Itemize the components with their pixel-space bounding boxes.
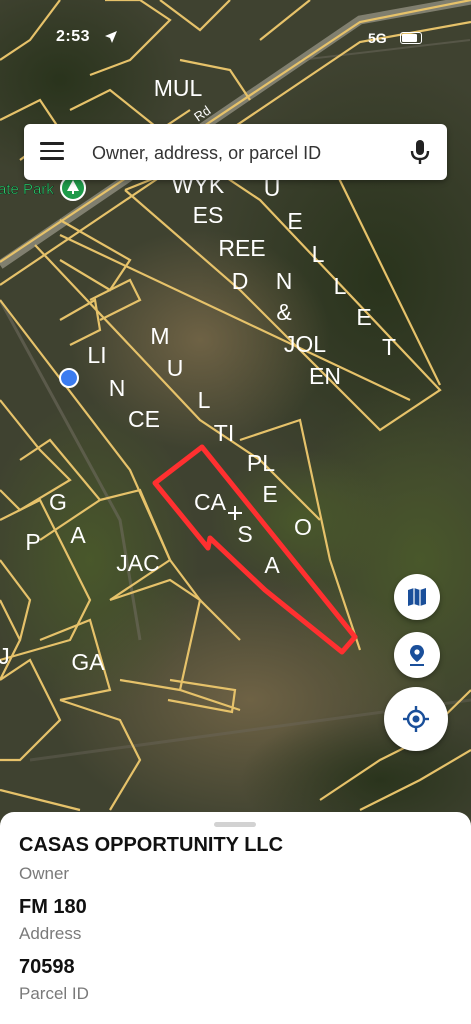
- parcel-label: LI: [87, 342, 106, 368]
- parcel-label: JOL: [284, 331, 326, 357]
- parcel-label: JAC: [116, 550, 159, 576]
- status-bar: 2:53 5G: [0, 0, 471, 46]
- status-time: 2:53: [56, 28, 91, 45]
- parcel-label: PL: [247, 450, 275, 476]
- parcel-id-value: 70598: [19, 956, 75, 978]
- drop-pin-button[interactable]: [394, 632, 440, 678]
- sheet-drag-handle[interactable]: [214, 822, 256, 827]
- parcel-label: A: [264, 552, 280, 578]
- parcel-id-label: Parcel ID: [19, 984, 89, 1003]
- parcel-label: M: [150, 323, 169, 349]
- parcel-label: T: [382, 334, 396, 360]
- pin-icon: [410, 645, 424, 666]
- parcel-details-sheet[interactable]: CASAS OPPORTUNITY LLC Owner FM 180 Addre…: [0, 812, 471, 1024]
- address-value: FM 180: [19, 896, 87, 918]
- parcel-label: S: [237, 521, 252, 547]
- parcel-label: E: [356, 304, 371, 330]
- parcel-label: CE: [128, 406, 160, 432]
- parcel-label: L: [334, 273, 347, 299]
- address-label: Address: [19, 924, 82, 943]
- parcel-label: E: [287, 208, 302, 234]
- crosshair-icon: [403, 706, 429, 732]
- parcel-label: ES: [193, 202, 224, 228]
- parcel-label: E: [262, 481, 277, 507]
- parcel-label: GA: [71, 649, 105, 675]
- parcel-label: L: [312, 241, 325, 267]
- battery-icon: [400, 32, 422, 44]
- parcel-label: EN: [309, 363, 341, 389]
- parcel-label: J: [0, 643, 10, 669]
- owner-name: CASAS OPPORTUNITY LLC: [19, 834, 284, 856]
- park-label: ate Park: [0, 181, 54, 198]
- parcel-label: U: [167, 355, 184, 381]
- parcel-label: MUL: [154, 75, 203, 101]
- parcel-label: O: [294, 514, 312, 540]
- parcel-label: A: [70, 522, 86, 548]
- search-input[interactable]: [90, 132, 394, 174]
- locate-me-button[interactable]: [384, 687, 448, 751]
- parcel-label: N: [109, 375, 126, 401]
- parcel-label: TI: [214, 420, 234, 446]
- menu-icon[interactable]: [40, 142, 64, 162]
- parcel-label: G: [49, 489, 67, 515]
- parcel-label: P: [25, 529, 40, 555]
- microphone-icon[interactable]: [408, 138, 432, 166]
- location-arrow-icon: [105, 31, 117, 43]
- search-bar[interactable]: [24, 124, 447, 180]
- parcel-label: L: [198, 387, 211, 413]
- parcel-label: N: [276, 268, 293, 294]
- parcel-label: &: [276, 299, 291, 325]
- map-icon: [408, 588, 426, 606]
- current-location-dot: [59, 368, 79, 388]
- map-layers-button[interactable]: [394, 574, 440, 620]
- owner-label: Owner: [19, 864, 70, 883]
- network-type: 5G: [368, 30, 387, 46]
- parcel-label: D: [232, 268, 249, 294]
- parcel-label: REE: [218, 235, 265, 261]
- parcel-label: CA: [194, 489, 227, 515]
